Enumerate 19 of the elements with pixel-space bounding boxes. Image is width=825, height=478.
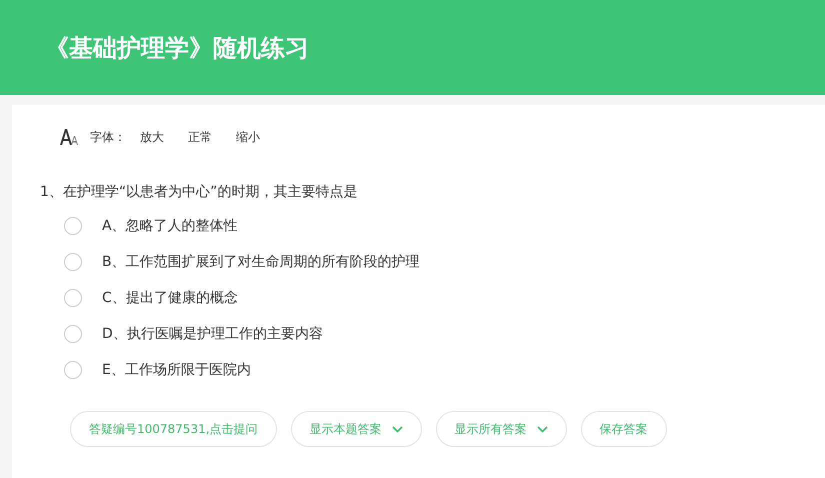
- option-label[interactable]: E、工作场所限于医院内: [102, 361, 251, 379]
- chevron-down-icon: [536, 426, 548, 432]
- radio-button[interactable]: [64, 361, 82, 379]
- radio-button[interactable]: [64, 289, 82, 307]
- question-text: 1、在护理学“以患者为中心”的时期，其主要特点是: [40, 183, 358, 201]
- chevron-down-icon: [392, 426, 403, 432]
- radio-button[interactable]: [64, 217, 82, 235]
- font-size-option[interactable]: 正常: [182, 128, 218, 146]
- radio-button[interactable]: [64, 325, 82, 343]
- font-size-option[interactable]: 缩小: [230, 128, 266, 146]
- font-label: 字体：: [90, 128, 126, 146]
- option-label[interactable]: A、忽略了人的整体性: [102, 217, 238, 235]
- font-size-option[interactable]: 放大: [134, 128, 170, 146]
- font-size-icon: [60, 129, 78, 145]
- page-title: 《基础护理学》随机练习: [45, 32, 309, 64]
- option-label[interactable]: B、工作范围扩展到了对生命周期的所有阶段的护理: [102, 253, 420, 271]
- option-label[interactable]: D、执行医嘱是护理工作的主要内容: [102, 325, 323, 343]
- option-label[interactable]: C、提出了健康的概念: [102, 289, 238, 307]
- radio-button[interactable]: [64, 253, 82, 271]
